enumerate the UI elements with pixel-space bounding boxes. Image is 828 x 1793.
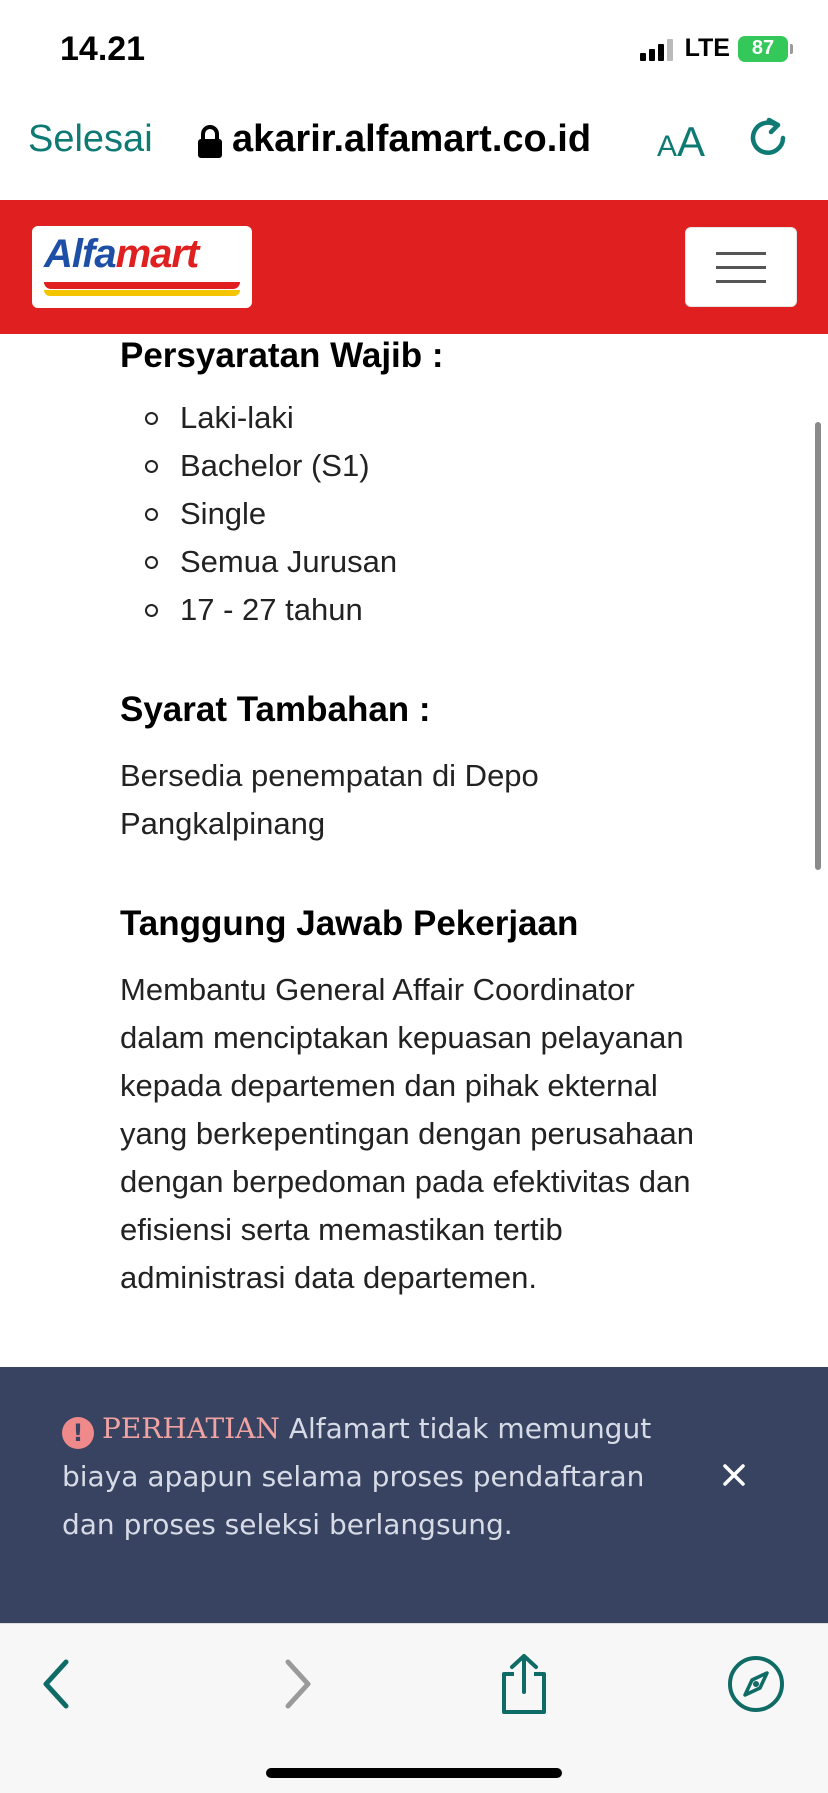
battery-icon: 87 [738, 35, 793, 62]
list-item: Single [120, 490, 397, 538]
lock-icon [198, 125, 222, 158]
notice-message: ! PERHATIAN Alfamart tidak memungut biaya… [62, 1405, 662, 1549]
close-icon[interactable] [716, 1457, 752, 1493]
battery-level: 87 [751, 37, 775, 59]
text-size-button[interactable]: AA [657, 118, 705, 166]
reload-icon[interactable] [746, 116, 790, 160]
share-button[interactable] [484, 1644, 564, 1724]
forward-button[interactable] [256, 1644, 336, 1724]
signal-icon [639, 37, 673, 61]
logo-stripe [44, 282, 240, 289]
share-icon [502, 1654, 546, 1714]
url-address[interactable]: akarir.alfamart.co.id [232, 118, 591, 161]
browser-toolbar [0, 1623, 828, 1793]
responsibility-heading: Tanggung Jawab Pekerjaan [120, 904, 579, 943]
browser-url-bar: Selesai akarir.alfamart.co.id AA [0, 96, 828, 201]
back-button[interactable] [18, 1644, 98, 1724]
logo-alfa: Alfa [44, 232, 117, 276]
status-bar: 14.21 LTE 87 [0, 0, 828, 96]
responsibility-text: Membantu General Affair Coordinator dala… [120, 972, 694, 1295]
compass-button[interactable] [716, 1644, 796, 1724]
list-item: Laki-laki [120, 394, 397, 442]
extra-requirements-text: Bersedia penempatan di Depo Pangkalpinan… [120, 758, 539, 841]
hamburger-icon-bar [716, 280, 766, 283]
logo-stripe-yellow [44, 290, 240, 296]
logo-mart: mart [115, 232, 200, 276]
hamburger-icon [716, 252, 766, 255]
text-size-small-label: A [657, 130, 678, 163]
logo-wordmark: Alfamart [44, 232, 200, 277]
back-icon [43, 1659, 69, 1709]
list-item: 17 - 27 tahun [120, 586, 397, 634]
home-indicator[interactable] [266, 1768, 562, 1778]
compass-icon [728, 1656, 784, 1712]
done-button[interactable]: Selesai [28, 118, 153, 161]
page-scrollbar[interactable] [815, 422, 821, 870]
forward-icon [285, 1659, 311, 1709]
text-size-large-label: A [677, 118, 706, 165]
alfamart-logo[interactable]: Alfamart [32, 226, 252, 308]
alert-icon: ! [62, 1417, 94, 1449]
hamburger-icon-bar [716, 266, 766, 269]
network-type: LTE [684, 34, 730, 62]
requirements-heading: Persyaratan Wajib : [120, 336, 444, 375]
status-indicators: LTE 87 [639, 34, 793, 63]
notice-banner: ! PERHATIAN Alfamart tidak memungut biaya… [0, 1367, 828, 1623]
extra-requirements-heading: Syarat Tambahan : [120, 690, 431, 729]
list-item: Bachelor (S1) [120, 442, 397, 490]
site-header: Alfamart [0, 200, 828, 334]
requirements-list: Laki-laki Bachelor (S1) Single Semua Jur… [120, 394, 397, 634]
hamburger-menu-button[interactable] [685, 227, 797, 307]
list-item: Semua Jurusan [120, 538, 397, 586]
status-time: 14.21 [60, 30, 146, 68]
notice-title: PERHATIAN [102, 1412, 280, 1445]
